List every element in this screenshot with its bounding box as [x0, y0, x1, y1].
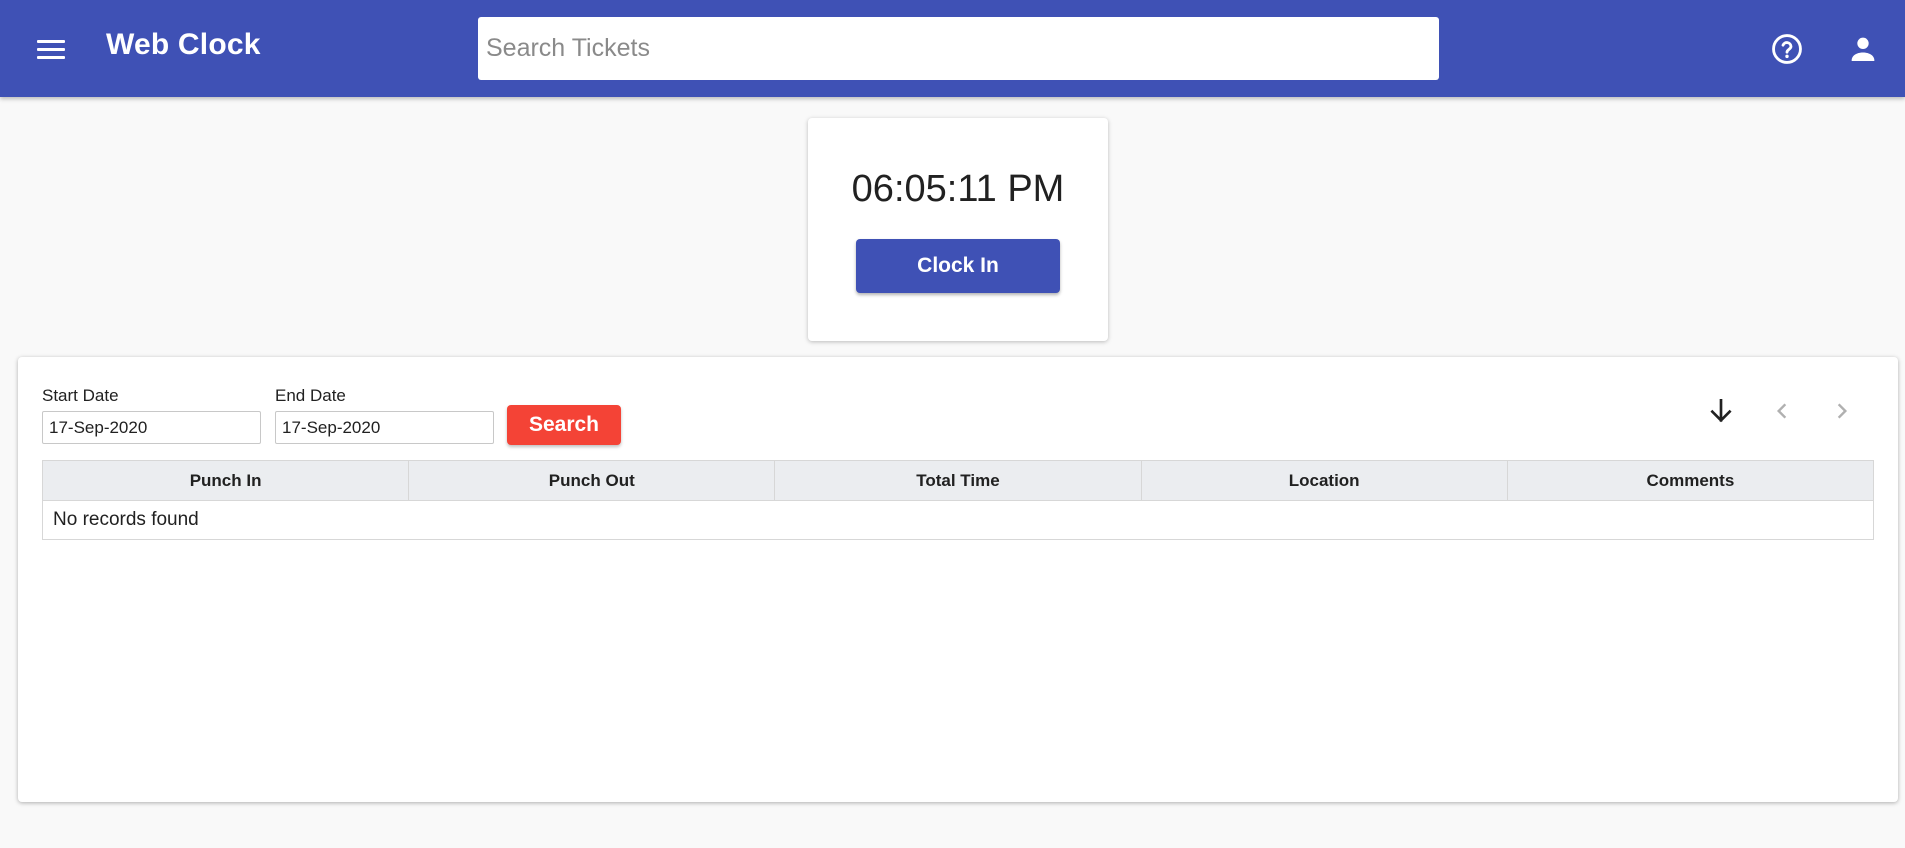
column-header-location[interactable]: Location — [1140, 460, 1508, 501]
table-row: No records found — [42, 500, 1874, 540]
column-header-total-time[interactable]: Total Time — [774, 460, 1142, 501]
account-icon[interactable] — [1846, 32, 1880, 66]
column-header-punch-in[interactable]: Punch In — [41, 460, 410, 501]
clock-card: 06:05:11 PM Clock In — [808, 118, 1108, 341]
table-header-row: Punch In Punch Out Total Time Location C… — [41, 460, 1875, 501]
clock-in-button[interactable]: Clock In — [856, 239, 1060, 293]
end-date-label: End Date — [275, 386, 346, 405]
help-icon[interactable] — [1770, 32, 1804, 66]
end-date-input[interactable] — [275, 411, 494, 444]
column-header-comments[interactable]: Comments — [1506, 460, 1875, 501]
records-panel: Start Date End Date Search Punch In Punc… — [18, 357, 1898, 802]
chevron-right-icon[interactable] — [1826, 395, 1858, 427]
column-header-punch-out[interactable]: Punch Out — [408, 460, 776, 501]
search-button[interactable]: Search — [507, 405, 621, 445]
search-tickets-input[interactable] — [478, 17, 1439, 80]
empty-message: No records found — [42, 500, 1874, 540]
chevron-left-icon[interactable] — [1766, 395, 1798, 427]
app-header: Web Clock — [0, 0, 1905, 97]
menu-icon[interactable] — [32, 30, 70, 68]
current-time: 06:05:11 PM — [851, 168, 1065, 210]
download-icon[interactable] — [1705, 395, 1737, 427]
start-date-input[interactable] — [42, 411, 261, 444]
records-table: Punch In Punch Out Total Time Location C… — [41, 460, 1875, 540]
start-date-label: Start Date — [42, 386, 119, 405]
app-title: Web Clock — [106, 28, 261, 61]
